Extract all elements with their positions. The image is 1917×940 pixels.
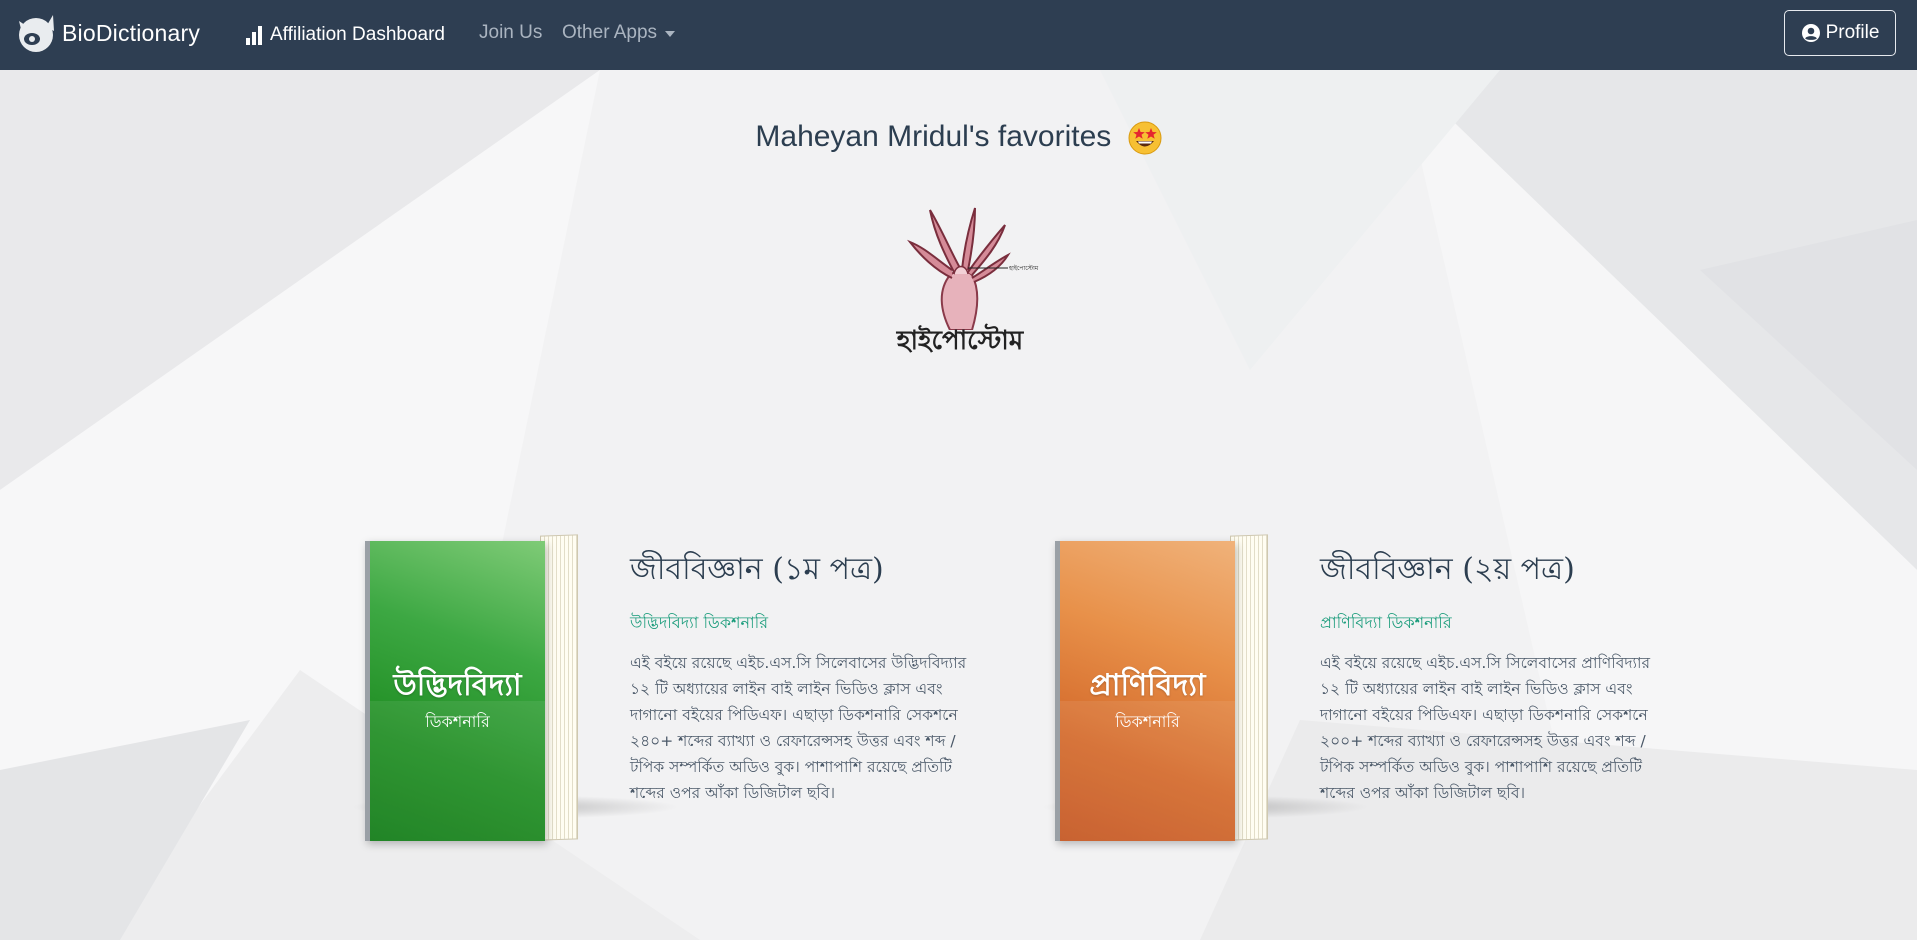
book-subtitle: প্রাণিবিদ্যা ডিকশনারি <box>1320 613 1452 632</box>
caret-down-icon <box>665 31 676 37</box>
book-cover-title: প্রাণিবিদ্যা <box>1089 668 1206 703</box>
favorite-word-caption: হাইপোস্টোম <box>896 326 1024 356</box>
favorites-heading: Maheyan Mridul's favorites <box>0 120 1917 155</box>
top-navbar: BioDictionary Affiliation Dashboard Join… <box>0 0 1917 70</box>
favorites-heading-text: Maheyan Mridul's favorites <box>755 120 1112 153</box>
brand-link[interactable]: BioDictionary <box>16 13 200 53</box>
profile-label: Profile <box>1825 22 1880 43</box>
user-circle-icon <box>1801 24 1820 42</box>
book-cover-subtitle: ডিকশনারি <box>1115 712 1180 731</box>
nav-affiliation-label: Affiliation Dashboard <box>270 24 445 45</box>
book-title[interactable]: জীববিজ্ঞান (২য় পত্র) <box>1320 545 1575 596</box>
book-subtitle: উদ্ভিদবিদ্যা ডিকশনারি <box>630 613 769 632</box>
bar-chart-icon <box>246 26 262 45</box>
book-cover-front: উদ্ভিদবিদ্যা ডিকশনারি <box>365 541 545 841</box>
book-pages <box>1230 534 1268 841</box>
book-card-botany[interactable]: উদ্ভিদবিদ্যা ডিকশনারি জীববিজ্ঞান (১ম পত্… <box>350 465 990 845</box>
main-content: Maheyan Mridul's favorites হাইপোস্টোম হা… <box>0 70 1917 940</box>
star-struck-face-icon <box>1128 121 1162 155</box>
book-description: এই বইয়ে রয়েছে এইচ.এস.সি সিলেবাসের প্রা… <box>1320 654 1650 802</box>
book-cover-zoology[interactable]: প্রাণিবিদ্যা ডিকশনারি <box>1055 534 1275 841</box>
book-cover-title: উদ্ভিদবিদ্যা <box>393 668 522 703</box>
hypostome-pointer-label: হাইপোস্টোম <box>1008 264 1039 272</box>
book-title[interactable]: জীববিজ্ঞান (১ম পত্র) <box>630 545 884 596</box>
book-card-zoology[interactable]: প্রাণিবিদ্যা ডিকশনারি জীববিজ্ঞান (২য় পত… <box>1040 465 1680 845</box>
nav-other-apps-dropdown[interactable]: Other Apps <box>562 22 676 44</box>
nav-other-apps-label: Other Apps <box>562 22 658 43</box>
bio-logo-icon <box>19 15 54 52</box>
book-cover-subtitle: ডিকশনারি <box>425 712 490 731</box>
favorite-word-card[interactable]: হাইপোস্টোম হাইপোস্টোম <box>880 200 1040 360</box>
profile-button[interactable]: Profile <box>1784 10 1896 56</box>
book-cover-front: প্রাণিবিদ্যা ডিকশনারি <box>1055 541 1235 841</box>
brand-name: BioDictionary <box>62 19 201 46</box>
book-cover-botany[interactable]: উদ্ভিদবিদ্যা ডিকশনারি <box>365 534 585 841</box>
hypostome-illustration: হাইপোস্টোম <box>906 207 1039 331</box>
book-description: এই বইয়ে রয়েছে এইচ.এস.সি সিলেবাসের উদ্ভ… <box>630 654 967 802</box>
book-pages <box>540 534 578 841</box>
nav-affiliation-dashboard[interactable]: Affiliation Dashboard <box>244 24 445 46</box>
nav-join-us[interactable]: Join Us <box>479 22 542 44</box>
